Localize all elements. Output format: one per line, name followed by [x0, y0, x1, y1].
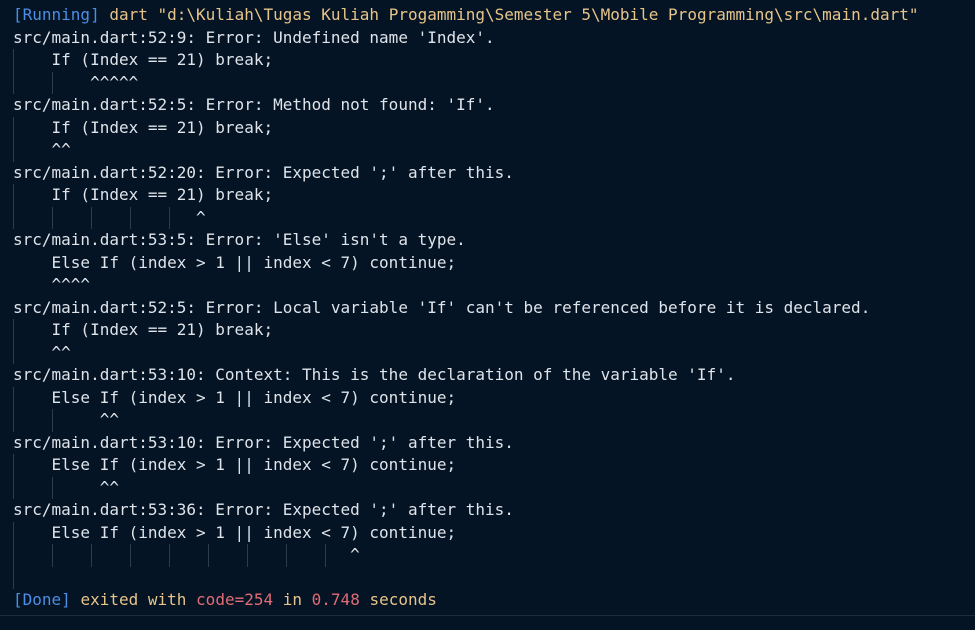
code-snippet: Else If (index > 1 || index < 7) continu…	[13, 252, 457, 272]
code-snippet: If (Index == 21) break;	[13, 320, 274, 339]
done-line: [Done] exited with code=254 in 0.748 sec…	[13, 589, 975, 612]
error-code-line: If (Index == 21) break;	[13, 49, 975, 72]
error-code-line: Else If (index > 1 || index < 7) continu…	[13, 521, 975, 544]
run-command: dart "d:\Kuliah\Tugas Kuliah Progamming\…	[109, 5, 919, 24]
error-code-line: Else If (index > 1 || index < 7) continu…	[13, 454, 975, 477]
code-snippet: Else If (index > 1 || index < 7) continu…	[13, 387, 457, 407]
caret-marker: ^^	[13, 140, 71, 159]
exit-code: code=254	[196, 590, 274, 609]
error-header: src/main.dart:52:5: Error: Method not fo…	[13, 95, 495, 114]
caret-marker: ^	[13, 545, 360, 564]
exited-with-text: exited with	[80, 590, 187, 609]
running-status: [Running]	[13, 5, 100, 24]
error-marker-line: ^^^^	[13, 274, 975, 297]
blank-line	[13, 566, 975, 589]
output-console: [Running] dart "d:\Kuliah\Tugas Kuliah P…	[0, 0, 975, 630]
in-text: in	[282, 590, 303, 609]
panel-bottom-border	[0, 615, 975, 616]
code-snippet: If (Index == 21) break;	[13, 50, 274, 69]
error-marker-line: ^^	[13, 139, 975, 162]
error-marker-line: ^	[13, 206, 975, 229]
error-header: src/main.dart:53:36: Error: Expected ';'…	[13, 500, 514, 519]
code-snippet: If (Index == 21) break;	[13, 117, 274, 137]
error-code-line: If (Index == 21) break;	[13, 184, 975, 207]
error-marker-line: ^^	[13, 409, 975, 432]
error-header: src/main.dart:52:9: Error: Undefined nam…	[13, 27, 495, 47]
code-snippet: Else If (index > 1 || index < 7) continu…	[13, 455, 457, 474]
error-header: src/main.dart:52:20: Error: Expected ';'…	[13, 162, 514, 182]
error-marker-line: ^^	[13, 341, 975, 364]
error-marker-line: ^	[13, 544, 975, 567]
caret-marker: ^^	[13, 477, 119, 497]
caret-marker: ^^^^^	[13, 72, 139, 92]
done-status: [Done]	[13, 590, 71, 609]
seconds-text: seconds	[369, 590, 437, 609]
code-snippet: Else If (index > 1 || index < 7) continu…	[13, 522, 457, 542]
error-header: src/main.dart:52:5: Error: Local variabl…	[13, 297, 871, 317]
error-code-line: If (Index == 21) break;	[13, 319, 975, 342]
code-snippet: If (Index == 21) break;	[13, 185, 274, 204]
error-header: src/main.dart:53:10: Context: This is th…	[13, 365, 736, 384]
error-code-line: If (Index == 21) break;	[13, 116, 975, 139]
run-duration: 0.748	[311, 590, 360, 609]
caret-marker: ^	[13, 207, 206, 227]
error-header: src/main.dart:53:5: Error: 'Else' isn't …	[13, 230, 466, 249]
caret-marker: ^^^^	[13, 275, 91, 294]
error-header: src/main.dart:53:10: Error: Expected ';'…	[13, 432, 514, 452]
error-marker-line: ^^	[13, 476, 975, 499]
caret-marker: ^^	[13, 410, 119, 429]
error-marker-line: ^^^^^	[13, 71, 975, 94]
error-code-line: Else If (index > 1 || index < 7) continu…	[13, 386, 975, 409]
error-code-line: Else If (index > 1 || index < 7) continu…	[13, 252, 975, 275]
running-line: [Running] dart "d:\Kuliah\Tugas Kuliah P…	[13, 4, 975, 27]
caret-marker: ^^	[13, 342, 71, 362]
